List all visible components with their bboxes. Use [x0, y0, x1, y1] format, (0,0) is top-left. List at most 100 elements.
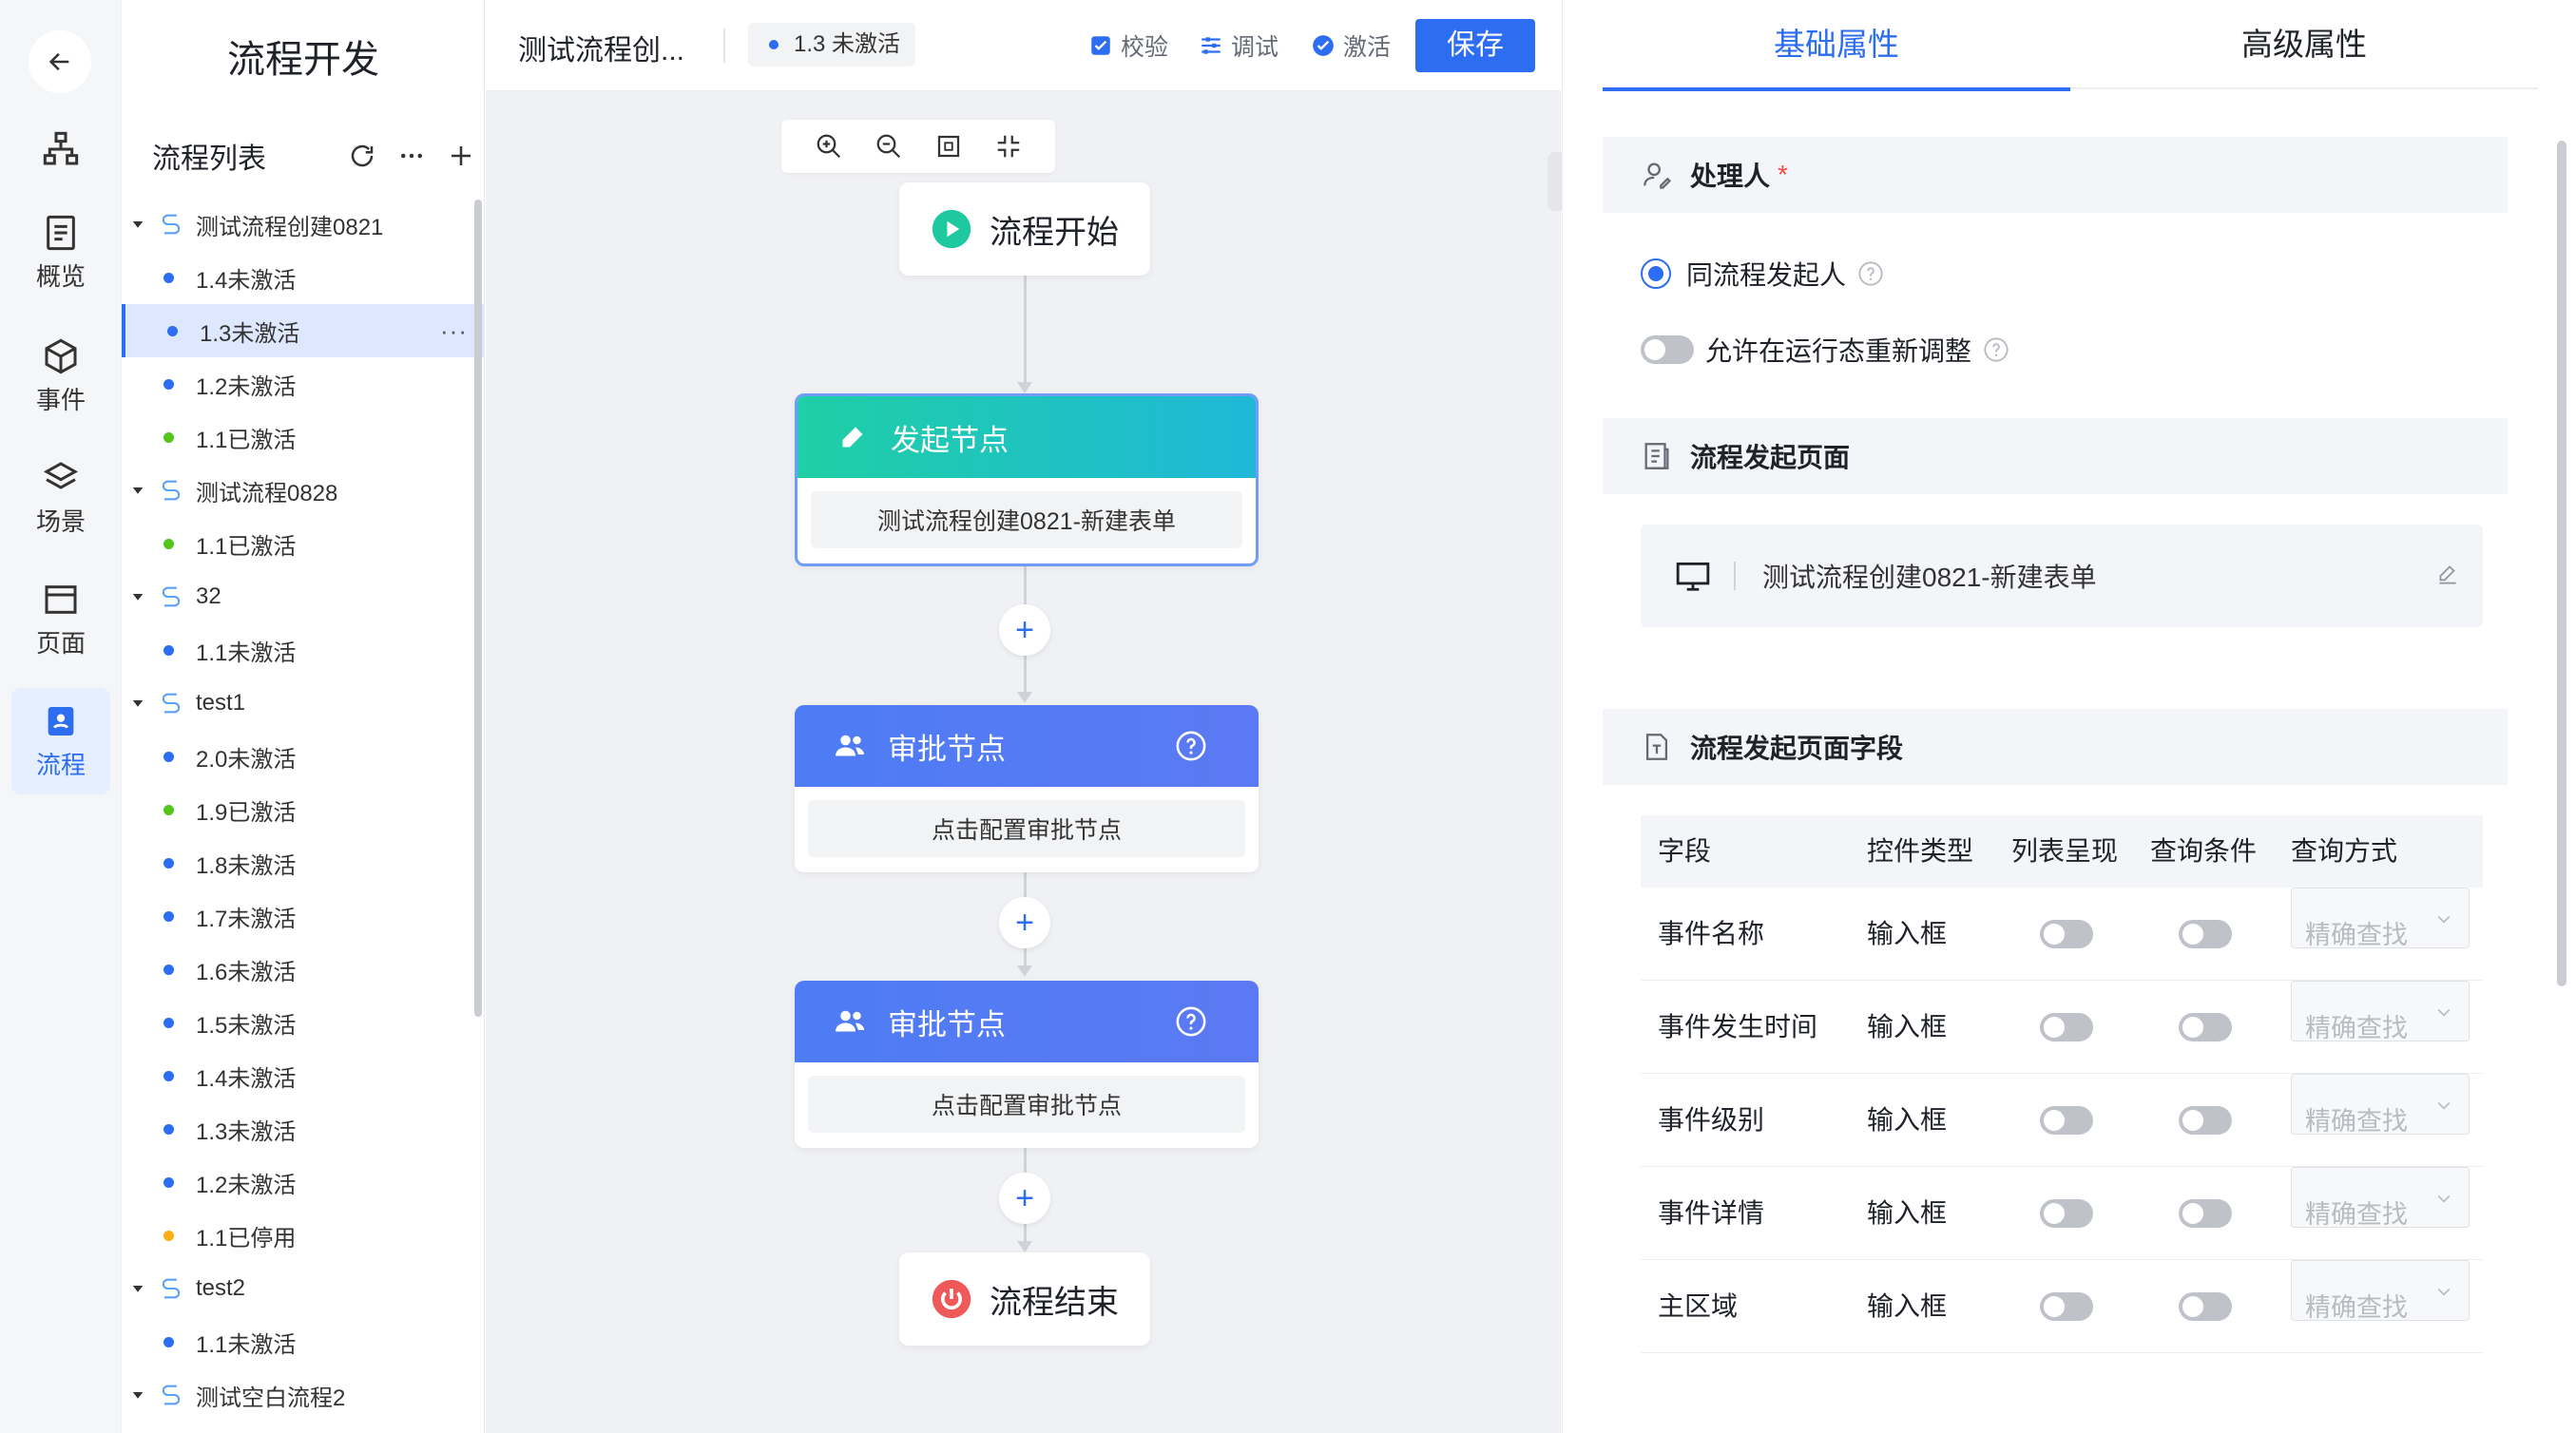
item-more-button[interactable]: ··· — [440, 316, 468, 346]
checkbox-icon — [1091, 36, 1110, 55]
power-icon — [932, 1279, 971, 1319]
tree-group[interactable]: test1 — [122, 677, 485, 730]
flow-end-node[interactable]: 流程结束 — [899, 1252, 1150, 1346]
flow-start-node[interactable]: 流程开始 — [899, 182, 1150, 276]
initiator-node[interactable]: 发起节点 测试流程创建0821-新建表单 — [795, 393, 1259, 566]
help-icon[interactable] — [1175, 730, 1207, 762]
caret-down-icon[interactable] — [129, 482, 146, 499]
rail-item-pages[interactable]: 页面 — [11, 566, 110, 673]
query-mode-select[interactable]: 精确查找 — [2291, 1167, 2470, 1229]
caret-down-icon[interactable] — [129, 216, 146, 233]
initiator-form[interactable]: 测试流程创建0821-新建表单 — [811, 491, 1242, 548]
tab-advanced[interactable]: 高级属性 — [2070, 0, 2538, 89]
zoom-in-icon[interactable] — [815, 132, 843, 161]
rail-item-scenes[interactable]: 场景 — [11, 445, 110, 551]
caret-down-icon[interactable] — [129, 695, 146, 712]
more-icon[interactable] — [397, 142, 426, 170]
query-condition-toggle[interactable] — [2179, 1013, 2232, 1041]
fit-view-icon[interactable] — [934, 132, 963, 161]
caret-down-icon[interactable] — [129, 1280, 146, 1297]
list-display-toggle[interactable] — [2040, 1106, 2093, 1135]
query-condition-toggle[interactable] — [2179, 1292, 2232, 1321]
tree-version-item[interactable]: 1.3未激活 ··· — [122, 304, 485, 357]
radio-selected[interactable] — [1641, 258, 1671, 289]
query-mode-select[interactable]: 精确查找 — [2291, 888, 2470, 949]
query-mode-select[interactable]: 精确查找 — [2291, 981, 2470, 1042]
tree-group[interactable]: 测试空白流程2 — [122, 1368, 485, 1422]
tree-version-item[interactable]: 1.7未激活 — [122, 889, 485, 943]
start-page-selector[interactable]: 测试流程创建0821-新建表单 — [1641, 525, 2483, 627]
column-header: 查询方式 — [2291, 836, 2398, 866]
tree-version-item[interactable]: 1.9已激活 — [122, 783, 485, 836]
question-icon[interactable] — [1857, 260, 1884, 287]
query-condition-toggle[interactable] — [2179, 1106, 2232, 1135]
tree-version-item[interactable]: 1.1未激活 — [122, 623, 485, 677]
query-condition-toggle[interactable] — [2179, 1199, 2232, 1228]
approval-config[interactable]: 点击配置审批节点 — [808, 800, 1245, 857]
approval-node-2[interactable]: 审批节点 点击配置审批节点 — [795, 981, 1259, 1148]
fields-title: 流程发起页面字段 — [1690, 734, 1904, 763]
list-display-toggle[interactable] — [2040, 1199, 2093, 1228]
tree-version-label: 1.6未激活 — [196, 959, 297, 985]
question-icon[interactable] — [1983, 336, 2009, 363]
required-mark: * — [1778, 160, 1788, 189]
tree-group[interactable]: 测试流程创建0821 — [122, 198, 485, 251]
list-display-toggle[interactable] — [2040, 1292, 2093, 1321]
panel-scrollbar[interactable] — [2557, 141, 2566, 986]
save-button[interactable]: 保存 — [1415, 19, 1535, 72]
tree-version-item[interactable]: 1.1未激活 — [122, 1315, 485, 1368]
status-dot — [167, 325, 178, 336]
chevron-down-icon — [2437, 1008, 2451, 1017]
tree-version-item[interactable]: 2.0未激活 — [122, 730, 485, 783]
zoom-out-icon[interactable] — [875, 132, 903, 161]
tree-group-label: test1 — [196, 690, 246, 716]
tree-version-item[interactable]: 1.4未激活 — [122, 1049, 485, 1102]
help-icon[interactable] — [1175, 1005, 1207, 1038]
readjust-toggle[interactable] — [1641, 335, 1694, 364]
tree-group[interactable]: 32 — [122, 570, 485, 623]
rail-item-overview[interactable]: 概览 — [11, 200, 110, 306]
tab-basic[interactable]: 基础属性 — [1603, 0, 2070, 91]
tree-version-item[interactable]: 1.3未激活 — [122, 1102, 485, 1156]
query-condition-toggle[interactable] — [2179, 920, 2232, 948]
tree-version-item[interactable]: 1.1已激活 — [122, 517, 485, 570]
version-badge[interactable]: 1.3 未激活 — [748, 23, 916, 67]
add-node-button[interactable]: + — [999, 1173, 1050, 1224]
list-display-toggle[interactable] — [2040, 1013, 2093, 1041]
process-icon — [162, 1385, 181, 1405]
tree-version-item[interactable]: 1.1已停用 — [122, 1209, 485, 1262]
handler-option[interactable]: 同流程发起人 — [1641, 255, 1884, 293]
activate-button[interactable]: 激活 — [1311, 29, 1391, 63]
tree-version-item[interactable]: 1.8未激活 — [122, 836, 485, 889]
tree-version-item[interactable]: 1.6未激活 — [122, 943, 485, 996]
column-header: 字段 — [1658, 836, 1712, 866]
tree-group[interactable]: 测试流程0828 — [122, 464, 485, 517]
rail-item-events[interactable]: 事件 — [11, 323, 110, 430]
debug-button[interactable]: 调试 — [1199, 29, 1278, 63]
query-mode-select[interactable]: 精确查找 — [2291, 1260, 2470, 1322]
validate-button[interactable]: 校验 — [1088, 29, 1168, 63]
caret-down-icon[interactable] — [129, 588, 146, 605]
tree-version-item[interactable]: 1.2未激活 — [122, 1156, 485, 1209]
tree-group[interactable]: test2 — [122, 1262, 485, 1315]
tree-scrollbar[interactable] — [474, 200, 482, 1017]
add-icon[interactable] — [447, 142, 475, 170]
back-button[interactable] — [29, 30, 91, 93]
tree-version-item[interactable]: 1.4未激活 — [122, 251, 485, 304]
query-mode-select[interactable]: 精确查找 — [2291, 1074, 2470, 1136]
tree-version-item[interactable]: 1.5未激活 — [122, 996, 485, 1049]
refresh-icon[interactable] — [348, 142, 376, 170]
tree-version-item[interactable]: 1.1已激活 — [122, 411, 485, 464]
collapse-icon[interactable] — [994, 132, 1023, 161]
tree-version-item[interactable]: 1.2未激活 — [122, 357, 485, 411]
pencil-icon[interactable] — [2435, 563, 2460, 587]
rail-item-org[interactable] — [11, 99, 110, 205]
rail-item-flow[interactable]: 流程 — [11, 688, 110, 794]
add-node-button[interactable]: + — [999, 604, 1050, 656]
list-display-toggle[interactable] — [2040, 920, 2093, 948]
approval-node-1[interactable]: 审批节点 点击配置审批节点 — [795, 705, 1259, 872]
approval-config[interactable]: 点击配置审批节点 — [808, 1076, 1245, 1133]
add-node-button[interactable]: + — [999, 897, 1050, 948]
caret-down-icon[interactable] — [129, 1386, 146, 1404]
process-title: 测试流程创... — [518, 35, 685, 67]
